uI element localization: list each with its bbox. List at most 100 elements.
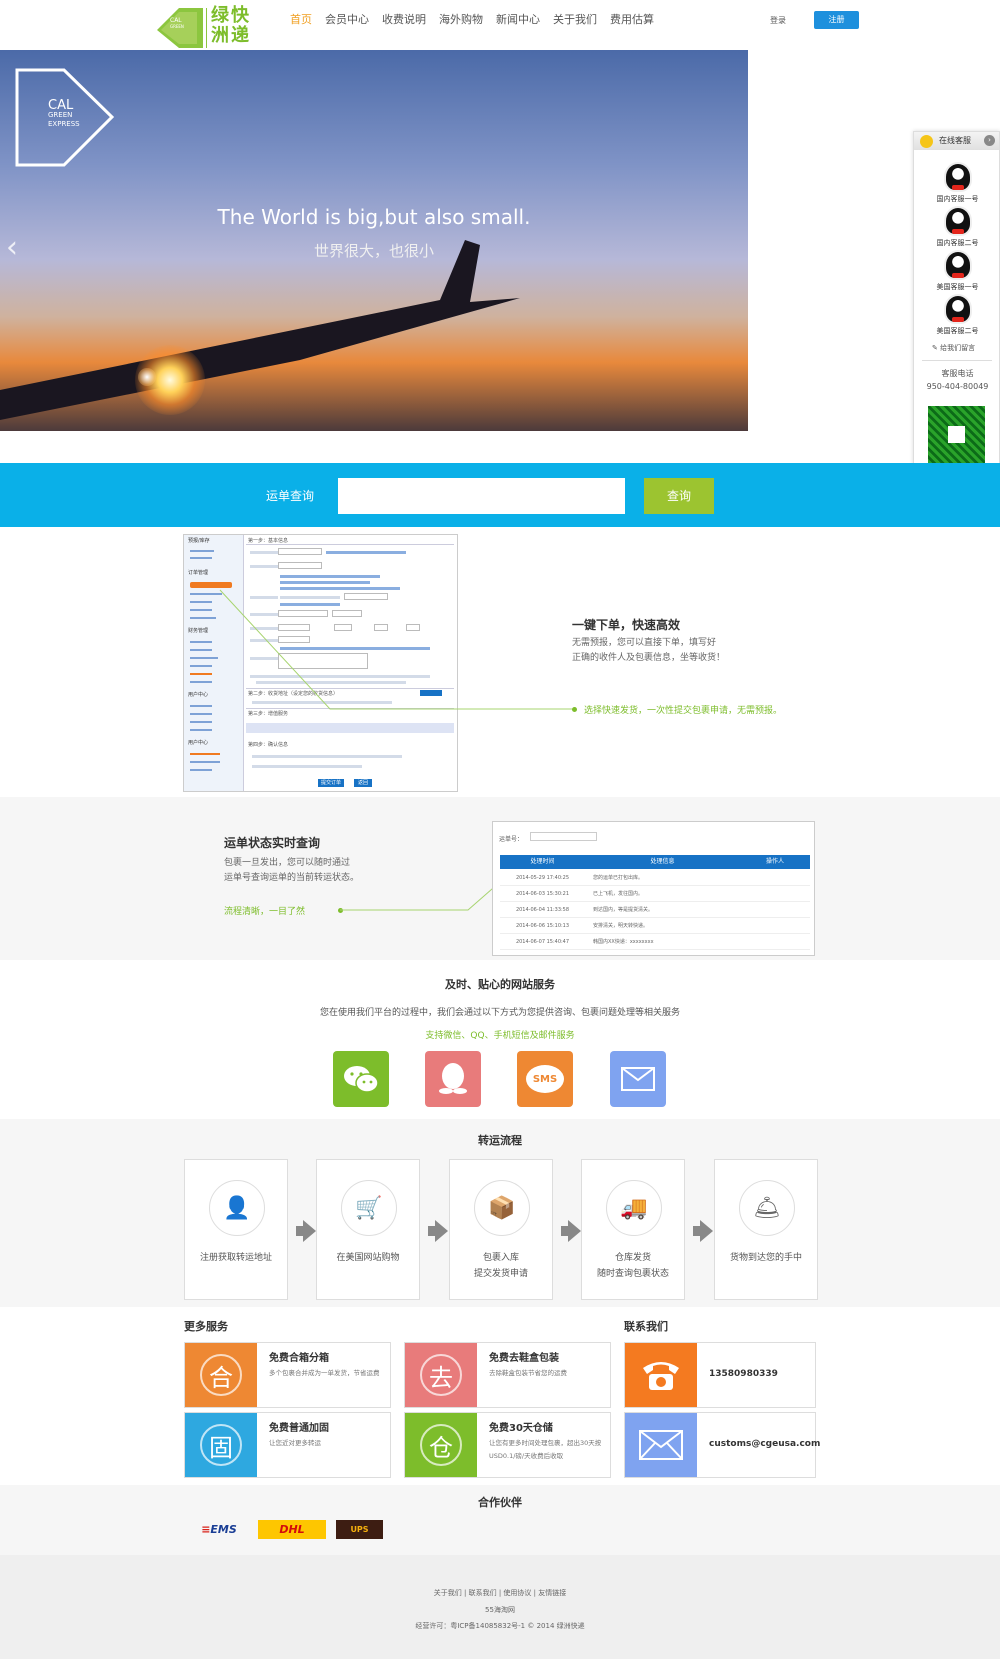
service-card[interactable]: 去 免费去鞋盒包装 去除鞋盒包装节省您的运费 xyxy=(404,1342,611,1408)
footer-copyright: 经营许可：粤ICP备14085832号-1 © 2014 绿洲快递 xyxy=(415,1622,585,1630)
form-highlight xyxy=(246,723,454,733)
leave-message-link[interactable]: ✎ 给我们留言 xyxy=(932,343,975,353)
more-title: 更多服务 xyxy=(184,1320,228,1333)
service-card[interactable]: 固 免费普通加固 让您近对更多转运 xyxy=(184,1412,391,1478)
form-hint xyxy=(252,755,402,758)
side-head: 用户中心 xyxy=(188,740,209,746)
form-label xyxy=(250,565,280,568)
cs-agent[interactable]: 国内客服一号 xyxy=(914,162,1000,204)
track-row: 2014-06-04 11:33:58 到达国内，等是提货清关。 xyxy=(500,902,810,918)
banner-subtitle: 世界很大，也很小 xyxy=(313,242,434,260)
tracking-number-input[interactable] xyxy=(338,478,625,514)
track-row: 2014-06-07 15:40:47 韩国内XX快递：xxxxxxxx xyxy=(500,934,810,950)
side-item xyxy=(190,665,212,667)
footer-link-contact[interactable]: 联系我们 xyxy=(469,1589,497,1597)
merge-icon: 合 xyxy=(185,1343,257,1407)
wechat-icon[interactable] xyxy=(333,1051,389,1107)
contact-title: 联系我们 xyxy=(624,1320,668,1333)
cs-agent[interactable]: 美国客服一号 xyxy=(914,250,1000,292)
receptionist-icon: 🛎 xyxy=(739,1180,795,1236)
nav-about[interactable]: 关于我们 xyxy=(553,12,597,28)
track-row: 2014-06-03 15:30:21 已上飞机，发往国内。 xyxy=(500,886,810,902)
flow-title: 转运流程 xyxy=(478,1134,522,1147)
side-item xyxy=(190,705,212,707)
ups-logo[interactable]: UPS xyxy=(336,1520,383,1539)
contact-phone-card[interactable]: 13580980339 xyxy=(624,1342,816,1408)
side-item xyxy=(190,550,214,552)
form-select xyxy=(278,548,322,555)
connector-dot xyxy=(572,707,577,712)
chevron-left-icon[interactable]: ‹ xyxy=(6,230,18,265)
arrow-right-icon xyxy=(561,1220,581,1242)
qq-penguin-icon xyxy=(943,250,972,280)
sun-flare xyxy=(138,368,156,386)
search-button[interactable]: 查询 xyxy=(644,478,714,514)
banner-title: The World is big,but also small. xyxy=(217,205,531,229)
side-item xyxy=(190,753,220,755)
header: CAL GREEN 绿快 洲递 首页 会员中心 收费说明 海外购物 新闻中心 关于我… xyxy=(0,0,1000,50)
form-hint xyxy=(326,551,406,554)
form-step: 第四步：确认信息 xyxy=(248,742,289,748)
hero-banner: CAL GREEN EXPRESS The World is big,but a… xyxy=(0,50,748,431)
side-item xyxy=(190,729,212,731)
service-card[interactable]: 合 免费合箱分箱 多个包裹合并成为一单发货，节省运费 xyxy=(184,1342,391,1408)
online-service-panel: 在线客服 › 国内客服一号 国内客服二号 美国客服一号 美国客服二号 ✎ 给我们… xyxy=(913,131,1000,476)
flow-step: 📦 包裹入库 提交发货申请 xyxy=(449,1159,553,1300)
footer-link-about[interactable]: 关于我们 xyxy=(434,1589,462,1597)
sms-icon[interactable]: SMS xyxy=(517,1051,573,1107)
flow-step: 🛎 货物到达您的手中 xyxy=(714,1159,818,1300)
nav-home[interactable]: 首页 xyxy=(290,12,312,28)
login-link[interactable]: 登录 xyxy=(770,15,786,26)
side-item xyxy=(190,721,212,723)
ems-logo[interactable]: ≡ EMS xyxy=(189,1520,249,1539)
close-icon[interactable]: › xyxy=(984,135,995,146)
nav-estimate[interactable]: 费用估算 xyxy=(610,12,654,28)
qr-code xyxy=(928,406,985,463)
connector-line xyxy=(340,881,500,911)
nav-fees[interactable]: 收费说明 xyxy=(382,12,426,28)
form-hint xyxy=(280,575,380,578)
dhl-logo[interactable]: DHL xyxy=(258,1520,326,1539)
phone-icon xyxy=(625,1343,697,1407)
register-button[interactable]: 注册 xyxy=(814,11,859,29)
side-item xyxy=(190,713,212,715)
track-no-label: 运单号： xyxy=(499,836,524,843)
qq-icon[interactable] xyxy=(425,1051,481,1107)
order-text: 无需预报，您可以直接下单，填写好 正确的收件人及包裹信息，坐等收货！ xyxy=(572,638,726,663)
order-title: 一键下单，快速高效 xyxy=(572,618,681,632)
partners-title: 合作伙伴 xyxy=(478,1496,522,1509)
order-note: 选择快速发货，一次性提交包裹申请，无需预报。 xyxy=(584,706,783,716)
service-card[interactable]: 仓 免费30天仓储 让您有更多时间处理包裹，超出30天按USD0.1/磅/天收费… xyxy=(404,1412,611,1478)
cs-agent[interactable]: 美国客服二号 xyxy=(914,294,1000,336)
nav-member[interactable]: 会员中心 xyxy=(325,12,369,28)
warehouse-icon: 仓 xyxy=(405,1413,477,1477)
form-divider xyxy=(246,544,454,545)
form-step: 第一步：基本信息 xyxy=(248,538,289,544)
footer-link-terms[interactable]: 使用协议 xyxy=(503,1589,531,1597)
side-head: 预报/库存 xyxy=(188,538,210,544)
divider xyxy=(922,360,992,361)
logo-en: CAL GREEN xyxy=(170,17,184,30)
cart-icon: 🛒 xyxy=(341,1180,397,1236)
nav-news[interactable]: 新闻中心 xyxy=(496,12,540,28)
footer-link-friends[interactable]: 友情链接 xyxy=(538,1589,566,1597)
side-item xyxy=(190,769,212,771)
contact-email-card[interactable]: customs@cgeusa.com xyxy=(624,1412,820,1478)
smile-icon xyxy=(920,135,933,148)
side-head: 订单管理 xyxy=(188,570,209,576)
logo-divider xyxy=(206,8,207,48)
track-note: 流程清晰，一目了然 xyxy=(224,907,306,917)
cs-agent[interactable]: 国内客服二号 xyxy=(914,206,1000,248)
remove-box-icon: 去 xyxy=(405,1343,477,1407)
footer-site: 55海淘网 xyxy=(485,1606,515,1614)
side-item xyxy=(190,673,212,675)
nav-shopping[interactable]: 海外购物 xyxy=(439,12,483,28)
trolley-icon: 📦 xyxy=(474,1180,530,1236)
mail-icon[interactable] xyxy=(610,1051,666,1107)
tel-label: 客服电话 xyxy=(941,369,974,378)
service-title: 及时、贴心的网站服务 xyxy=(445,978,555,991)
track-row: 2014-05-29 17:40:25 您的运单已打包出库。 xyxy=(500,870,810,886)
side-head: 财务管理 xyxy=(188,628,209,634)
arrow-right-icon xyxy=(428,1220,448,1242)
track-no-box xyxy=(530,832,597,841)
